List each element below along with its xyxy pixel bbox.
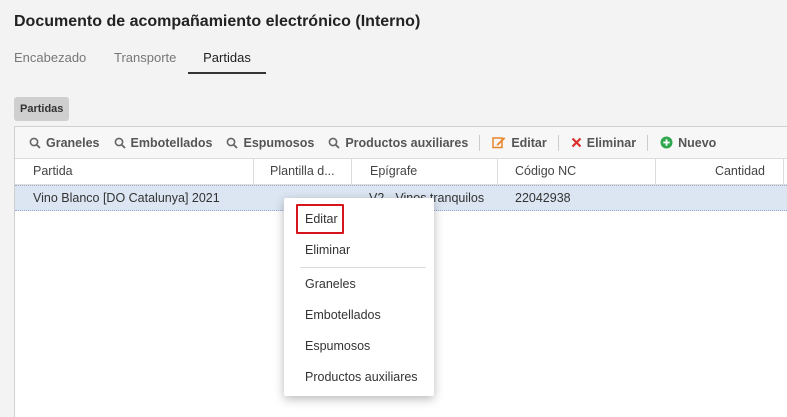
- editar-button[interactable]: Editar: [492, 135, 547, 150]
- productos-auxiliares-label: Productos auxiliares: [345, 135, 469, 150]
- search-icon: [29, 137, 41, 149]
- context-menu-item-embotellados[interactable]: Embotellados: [284, 299, 434, 330]
- column-header-plantilla[interactable]: Plantilla d...: [254, 159, 352, 184]
- espumosos-button[interactable]: Espumosos: [226, 136, 314, 150]
- context-menu-item-espumosos[interactable]: Espumosos: [284, 330, 434, 361]
- toolbar-divider: [479, 134, 481, 151]
- edit-icon: [492, 136, 506, 149]
- context-menu-item-editar[interactable]: Editar: [284, 203, 434, 234]
- column-header-epigrafe[interactable]: Epígrafe: [352, 159, 498, 184]
- eliminar-button[interactable]: Eliminar: [571, 136, 636, 150]
- search-icon: [226, 137, 239, 149]
- espumosos-label: Espumosos: [243, 135, 315, 150]
- tab-partidas[interactable]: Partidas: [188, 46, 266, 74]
- column-header-partida[interactable]: Partida: [15, 159, 254, 184]
- highlight-box: [296, 204, 344, 234]
- graneles-label: Graneles: [46, 135, 100, 150]
- context-menu-item-productos-auxiliares[interactable]: Productos auxiliares: [284, 361, 434, 392]
- section-badge: Partidas: [14, 97, 70, 121]
- nuevo-label: Nuevo: [678, 135, 717, 150]
- cell-cantidad: [656, 186, 784, 210]
- embotellados-button[interactable]: Embotellados: [114, 135, 213, 150]
- grid-toolbar: Graneles Embotellados Espumosos Producto…: [15, 127, 787, 159]
- tab-encabezado[interactable]: Encabezado: [0, 46, 100, 74]
- context-menu-item-eliminar[interactable]: Eliminar: [284, 234, 434, 265]
- toolbar-divider: [647, 134, 649, 151]
- nuevo-button[interactable]: Nuevo: [660, 136, 716, 150]
- column-header-cantidad[interactable]: Cantidad: [656, 159, 784, 184]
- tab-transporte[interactable]: Transporte: [100, 46, 188, 74]
- search-icon: [328, 137, 340, 149]
- productos-auxiliares-button[interactable]: Productos auxiliares: [328, 136, 468, 150]
- context-menu: Editar Eliminar Graneles Embotellados Es…: [284, 198, 434, 396]
- cell-codigo-nc: 22042938: [515, 191, 571, 205]
- column-header-codigo-nc[interactable]: Código NC: [498, 159, 656, 184]
- page-title: Documento de acompañamiento electrónico …: [14, 13, 421, 30]
- search-icon: [114, 137, 126, 149]
- close-icon: [571, 137, 582, 148]
- toolbar-divider: [557, 134, 559, 151]
- table-header: Partida Plantilla d... Epígrafe Código N…: [15, 159, 787, 185]
- eliminar-label: Eliminar: [586, 135, 637, 150]
- context-menu-item-graneles[interactable]: Graneles: [284, 268, 434, 299]
- plus-circle-icon: [660, 136, 673, 149]
- embotellados-label: Embotellados: [130, 135, 213, 150]
- graneles-button[interactable]: Graneles: [29, 136, 100, 150]
- cell-partida: Vino Blanco [DO Catalunya] 2021: [33, 191, 220, 205]
- tab-bar: Encabezado Transporte Partidas: [0, 46, 266, 74]
- editar-label: Editar: [511, 135, 547, 150]
